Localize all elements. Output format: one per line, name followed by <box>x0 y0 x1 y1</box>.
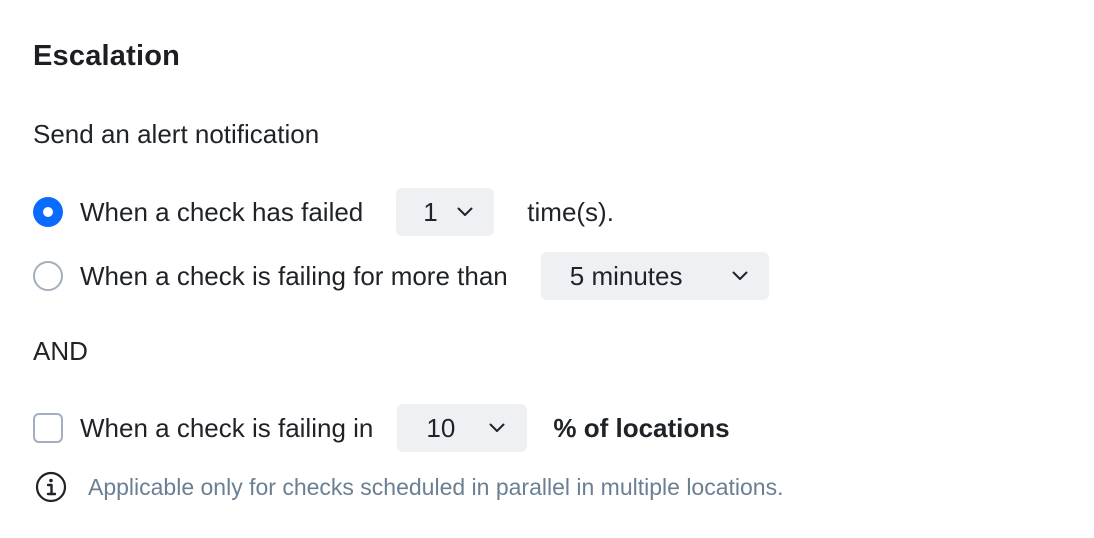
failed-times-select[interactable]: 1 <box>396 188 495 236</box>
hint-message: Applicable only for checks scheduled in … <box>35 471 784 503</box>
failing-duration-select[interactable]: 5 minutes <box>540 252 769 300</box>
chevron-down-icon <box>732 271 748 280</box>
failing-duration-select-value: 5 minutes <box>569 260 683 291</box>
and-label: AND <box>33 336 88 366</box>
locations-option[interactable]: When a check is failing in 10 % of locat… <box>33 404 730 452</box>
section-subtitle: Send an alert notification <box>33 119 320 149</box>
failed-times-suffix: time(s). <box>527 196 614 227</box>
failing-duration-option[interactable]: When a check is failing for more than 5 … <box>33 252 769 300</box>
failed-times-label: When a check has failed <box>80 196 364 227</box>
locations-suffix: % of locations <box>553 412 730 443</box>
locations-percent-select[interactable]: 10 <box>397 404 528 452</box>
chevron-down-icon <box>489 423 505 432</box>
locations-checkbox[interactable] <box>33 413 63 443</box>
chevron-down-icon <box>457 207 473 216</box>
failed-times-radio[interactable] <box>33 197 63 227</box>
failed-times-select-value: 1 <box>423 196 438 227</box>
locations-label: When a check is failing in <box>80 412 374 443</box>
hint-text: Applicable only for checks scheduled in … <box>88 473 784 500</box>
failing-duration-radio[interactable] <box>33 261 63 291</box>
failed-times-option[interactable]: When a check has failed 1 time(s). <box>33 188 614 236</box>
locations-select-value: 10 <box>426 412 456 443</box>
section-title: Escalation <box>33 40 181 72</box>
info-icon <box>35 471 67 503</box>
failing-duration-label: When a check is failing for more than <box>80 260 508 291</box>
